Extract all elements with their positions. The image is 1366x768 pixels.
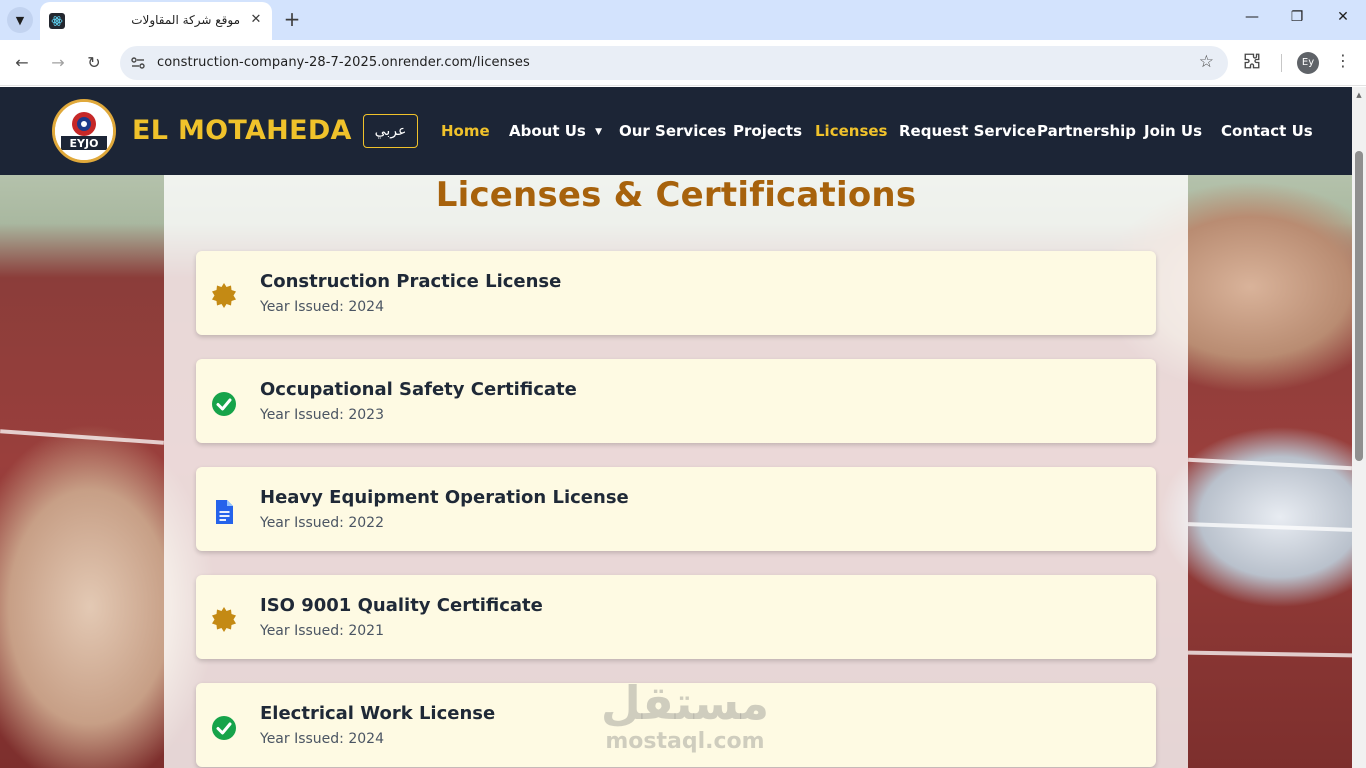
- eyjo-logo-icon: EYJO: [55, 102, 113, 160]
- page-viewport: EYJO EL MOTAHEDA عربي Home About Us ▼ Ou…: [0, 87, 1352, 768]
- minimize-icon[interactable]: —: [1242, 9, 1262, 29]
- extensions-puzzle-icon[interactable]: [1243, 52, 1261, 74]
- company-logo[interactable]: EYJO: [52, 99, 116, 163]
- nav-about-us[interactable]: About Us ▼: [509, 122, 602, 140]
- language-toggle-button[interactable]: عربي: [363, 114, 418, 148]
- bookmark-star-icon[interactable]: ☆: [1199, 52, 1214, 72]
- nav-contact-us[interactable]: Contact Us: [1221, 122, 1313, 140]
- restore-icon[interactable]: ❐: [1287, 9, 1307, 29]
- browser-menu-icon[interactable]: ⋮: [1335, 51, 1351, 70]
- license-name: Construction Practice License: [260, 271, 562, 292]
- license-name: Electrical Work License: [260, 703, 496, 724]
- caret-down-icon: ▼: [595, 127, 602, 137]
- new-tab-button[interactable]: +: [280, 8, 304, 32]
- nav-about-us-label: About Us: [509, 122, 586, 140]
- react-favicon-icon: [49, 13, 65, 29]
- license-year: Year Issued: 2024: [260, 731, 384, 747]
- watermark-latin: mostaql.com: [605, 729, 765, 754]
- watermark-arabic: مستقل: [600, 676, 770, 730]
- license-card: ISO 9001 Quality Certificate Year Issued…: [196, 575, 1156, 659]
- scroll-up-icon[interactable]: ▲: [1355, 91, 1363, 99]
- mostaql-watermark: مستقل mostaql.com: [600, 677, 770, 767]
- license-card: Occupational Safety Certificate Year Iss…: [196, 359, 1156, 443]
- license-name: Heavy Equipment Operation License: [260, 487, 629, 508]
- logo-text: EYJO: [70, 137, 99, 150]
- scroll-thumb[interactable]: [1355, 151, 1363, 461]
- site-header: EYJO EL MOTAHEDA عربي Home About Us ▼ Ou…: [0, 87, 1352, 175]
- check-circle-icon: [212, 716, 236, 740]
- page-scrollbar[interactable]: ▲: [1352, 87, 1366, 768]
- url-text: construction-company-28-7-2025.onrender.…: [157, 55, 530, 70]
- reload-icon[interactable]: ↻: [82, 51, 106, 75]
- profile-avatar[interactable]: Ey: [1297, 52, 1319, 74]
- address-bar[interactable]: construction-company-28-7-2025.onrender.…: [120, 46, 1228, 80]
- nav-join-us[interactable]: Join Us: [1144, 122, 1202, 140]
- nav-licenses[interactable]: Licenses: [815, 122, 887, 140]
- license-name: ISO 9001 Quality Certificate: [260, 595, 543, 616]
- tab-close-icon[interactable]: ✕: [248, 12, 264, 28]
- badge-icon: [212, 607, 236, 632]
- license-card: Heavy Equipment Operation License Year I…: [196, 467, 1156, 551]
- license-year: Year Issued: 2022: [260, 515, 384, 531]
- window-close-icon[interactable]: ✕: [1333, 9, 1353, 29]
- license-year: Year Issued: 2021: [260, 623, 384, 639]
- browser-toolbar: ← → ↻ construction-company-28-7-2025.onr…: [0, 40, 1366, 86]
- page-title: Licenses & Certifications: [435, 175, 917, 215]
- nav-partnership[interactable]: Partnership: [1037, 122, 1136, 140]
- nav-our-services[interactable]: Our Services: [619, 122, 726, 140]
- license-year: Year Issued: 2023: [260, 407, 384, 423]
- browser-tab-bar: ▼ موقع شركة المقاولات ✕ + — ❐ ✕: [0, 0, 1366, 40]
- nav-projects[interactable]: Projects: [733, 122, 802, 140]
- check-circle-icon: [212, 392, 236, 416]
- forward-arrow-icon[interactable]: →: [46, 51, 70, 75]
- tab-list-button[interactable]: ▼: [7, 7, 33, 33]
- brand-name[interactable]: EL MOTAHEDA: [132, 115, 352, 146]
- tab-title: موقع شركة المقاولات: [131, 13, 240, 27]
- browser-tab[interactable]: موقع شركة المقاولات ✕: [40, 2, 272, 40]
- license-year: Year Issued: 2024: [260, 299, 384, 315]
- back-arrow-icon[interactable]: ←: [10, 51, 34, 75]
- license-card: Construction Practice License Year Issue…: [196, 251, 1156, 335]
- badge-icon: [212, 283, 236, 308]
- chevron-down-icon: ▼: [15, 13, 25, 27]
- nav-home[interactable]: Home: [441, 122, 490, 140]
- license-name: Occupational Safety Certificate: [260, 379, 577, 400]
- site-info-icon[interactable]: [130, 55, 146, 71]
- document-icon: [216, 500, 233, 524]
- nav-request-service[interactable]: Request Service: [899, 122, 1036, 140]
- toolbar-separator: [1281, 54, 1282, 72]
